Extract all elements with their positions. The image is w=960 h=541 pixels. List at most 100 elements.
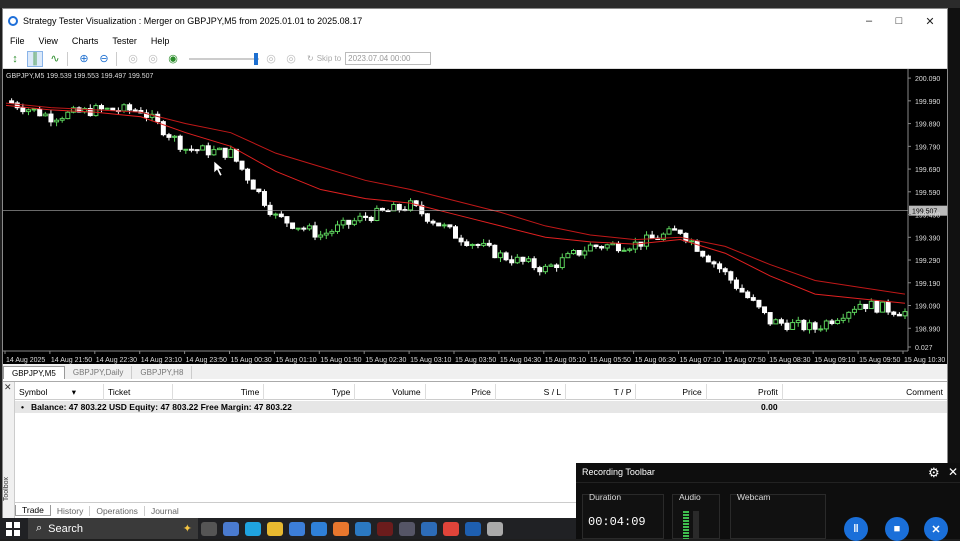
background-window-strip (0, 0, 960, 8)
skip-date-field[interactable]: 2023.07.04 00:00 (345, 52, 432, 65)
chart-canvas: 199.507200.090199.990199.890199.790199.6… (3, 69, 947, 364)
bar-chart-icon[interactable]: ↕ (7, 51, 23, 67)
col-type[interactable]: Type (264, 384, 356, 400)
app-icon (8, 16, 18, 26)
candle-body (155, 113, 161, 123)
candlestick-icon[interactable]: ║ (27, 50, 43, 67)
taskbar-search[interactable]: ⌕ Search ✦ (28, 518, 198, 539)
candle-body (891, 311, 897, 315)
candle-body (335, 224, 341, 232)
menu-view[interactable]: View (32, 36, 65, 46)
close-icon[interactable]: ✕ (4, 382, 12, 393)
toolbox-sidebar: ✕ Toolbox (3, 382, 15, 520)
fast-forward-icon[interactable]: ◎ (263, 51, 279, 67)
chrome-icon[interactable] (443, 521, 459, 536)
close-icon[interactable]: ✕ (922, 13, 938, 29)
menu-help[interactable]: Help (144, 36, 177, 46)
speed-thumb[interactable] (254, 52, 258, 65)
trade-table-header: Symbol ▾ Ticket Time Type Volume Price S… (15, 384, 947, 400)
pause-button[interactable]: ‖ (844, 517, 868, 541)
candle-body (739, 287, 745, 293)
menu-file[interactable]: File (3, 36, 32, 46)
candle-body (767, 312, 773, 325)
col-price[interactable]: Price (426, 384, 496, 400)
line-chart-icon[interactable]: ∿ (47, 51, 63, 67)
candle-body (441, 224, 447, 227)
candle-body (453, 226, 458, 239)
word-icon[interactable] (465, 521, 481, 536)
skip-to-button[interactable]: ↻ Skip to (307, 54, 341, 63)
candle-body (784, 322, 790, 330)
pause-icon[interactable]: ◎ (125, 51, 141, 67)
outlook-icon[interactable] (311, 521, 327, 536)
cancel-button[interactable]: ✕ (924, 517, 948, 541)
tab-gbpjpy-daily[interactable]: GBPJPY,Daily (65, 366, 133, 379)
file-explorer-icon[interactable] (267, 521, 283, 536)
col-current-price[interactable]: Price (636, 384, 707, 400)
time-tick-label: 15 Aug 02:30 (365, 357, 406, 364)
col-time[interactable]: Time (173, 384, 265, 400)
stop-icon[interactable]: ◎ (145, 51, 161, 67)
candle-body (177, 135, 183, 150)
cancel-icon: ✕ (931, 523, 941, 536)
candle-body (722, 268, 728, 273)
col-tp[interactable]: T / P (566, 384, 637, 400)
store-icon[interactable] (289, 521, 305, 536)
candle-body (750, 297, 756, 301)
balance-row[interactable]: • Balance: 47 803.22 USD Equity: 47 803.… (15, 401, 947, 413)
app-icon-gray[interactable] (487, 521, 503, 536)
candle-body (9, 100, 15, 104)
copilot-icon[interactable] (223, 521, 239, 536)
tab-operations[interactable]: Operations (90, 505, 145, 516)
play-icon[interactable]: ◉ (165, 51, 181, 67)
col-sl[interactable]: S / L (496, 384, 567, 400)
candle-body (312, 225, 318, 238)
time-tick-label: 14 Aug 23:10 (141, 357, 182, 364)
tab-trade[interactable]: Trade (15, 505, 51, 516)
price-tick-label: 199.990 (915, 99, 940, 106)
zoom-out-icon[interactable]: ⊖ (96, 51, 112, 67)
candle-body (835, 319, 841, 325)
tab-gbpjpy-h8[interactable]: GBPJPY,H8 (132, 366, 193, 379)
zoom-in-icon[interactable]: ⊕ (76, 51, 92, 67)
candle-body (278, 213, 284, 218)
minimize-icon[interactable]: – (861, 13, 877, 29)
time-tick-label: 15 Aug 04:30 (500, 357, 541, 364)
maximize-icon[interactable]: □ (891, 13, 907, 29)
price-chart[interactable]: 199.507 200.090 199.990 199.890 199.790 199.6… (3, 69, 947, 364)
gear-icon[interactable]: ⚙ (928, 465, 940, 481)
app-icon-orange[interactable] (333, 521, 349, 536)
candle-body (104, 107, 110, 110)
candle-body (857, 303, 863, 310)
edge-icon[interactable] (245, 521, 261, 536)
tab-history[interactable]: History (51, 505, 91, 516)
menu-tester[interactable]: Tester (105, 36, 144, 46)
remote-desktop-icon[interactable] (421, 521, 437, 536)
col-comment[interactable]: Comment (783, 384, 947, 400)
candle-body (509, 259, 515, 264)
candle-body (644, 234, 650, 247)
tab-gbpjpy-m5[interactable]: GBPJPY,M5 (3, 366, 65, 379)
task-view-icon[interactable] (201, 521, 217, 536)
candle-body (464, 241, 470, 246)
menu-charts[interactable]: Charts (65, 36, 106, 46)
close-icon[interactable]: ✕ (948, 465, 958, 479)
stop-button[interactable]: ■ (885, 517, 909, 541)
metatrader-icon[interactable] (377, 521, 393, 536)
candle-body (228, 148, 234, 158)
col-volume[interactable]: Volume (355, 384, 426, 400)
vscode-icon[interactable] (355, 521, 371, 536)
windows-start-icon[interactable] (6, 521, 20, 536)
candle-body (711, 261, 717, 265)
tab-journal[interactable]: Journal (145, 506, 185, 516)
candle-body (902, 311, 908, 317)
step-icon[interactable]: ◎ (283, 51, 299, 67)
col-ticket[interactable]: Ticket (104, 384, 174, 400)
calculator-icon[interactable] (399, 521, 415, 536)
search-label: Search (48, 522, 84, 535)
candle-body (576, 249, 582, 256)
col-symbol[interactable]: Symbol ▾ (15, 384, 105, 400)
candle-body (329, 230, 335, 234)
col-profit[interactable]: Profit (707, 384, 783, 400)
speed-slider[interactable] (189, 52, 259, 66)
